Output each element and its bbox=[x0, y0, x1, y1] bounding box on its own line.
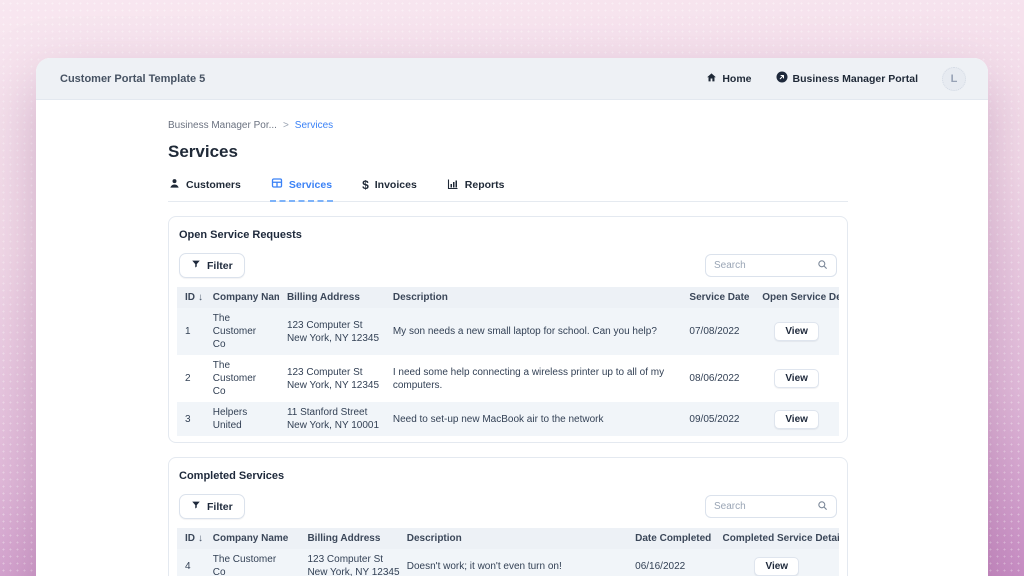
view-button[interactable]: View bbox=[754, 557, 799, 576]
row-date: 08/06/2022 bbox=[681, 355, 754, 402]
completed-services-title: Completed Services bbox=[179, 470, 839, 482]
table-header-row: ID↓ Company Name Billing Address Descrip… bbox=[177, 287, 839, 308]
filter-button[interactable]: Filter bbox=[179, 494, 245, 519]
column-header-company: Company Name bbox=[205, 528, 300, 549]
tab-reports-label: Reports bbox=[465, 179, 505, 191]
row-id: 4 bbox=[177, 549, 205, 576]
tab-invoices[interactable]: $ Invoices bbox=[361, 177, 418, 201]
row-description: Doesn't work; it won't even turn on! bbox=[399, 549, 627, 576]
row-billing-address: 123 Computer St New York, NY 12345 bbox=[299, 549, 398, 576]
business-manager-portal-link[interactable]: Business Manager Portal bbox=[776, 71, 918, 86]
open-requests-toolbar: Filter bbox=[179, 253, 837, 278]
tab-services-label: Services bbox=[289, 179, 332, 191]
column-header-date-completed: Date Completed bbox=[627, 528, 714, 549]
row-description: Need to set-up new MacBook air to the ne… bbox=[385, 402, 682, 436]
completed-services-toolbar: Filter bbox=[179, 494, 837, 519]
row-id: 1 bbox=[177, 308, 205, 355]
sort-desc-icon: ↓ bbox=[198, 533, 203, 544]
row-description: My son needs a new small laptop for scho… bbox=[385, 308, 682, 355]
page-content: Business Manager Por... > Services Servi… bbox=[36, 100, 856, 576]
column-header-details: Open Service Details bbox=[754, 287, 839, 308]
filter-icon bbox=[191, 500, 201, 513]
column-header-details: Completed Service Details bbox=[715, 528, 839, 549]
breadcrumb: Business Manager Por... > Services bbox=[168, 120, 848, 131]
row-billing-address: 123 Computer St New York, NY 12345 bbox=[279, 355, 385, 402]
breadcrumb-current[interactable]: Services bbox=[295, 120, 333, 131]
open-service-requests-card: Open Service Requests Filter bbox=[168, 216, 848, 443]
row-billing-address: 11 Stanford Street New York, NY 10001 bbox=[279, 402, 385, 436]
tab-reports[interactable]: Reports bbox=[446, 177, 506, 201]
table-row: 2 The Customer Co 123 Computer St New Yo… bbox=[177, 355, 839, 402]
dollar-icon: $ bbox=[362, 180, 369, 190]
view-button[interactable]: View bbox=[774, 369, 819, 388]
portal-icon bbox=[776, 71, 788, 86]
row-date: 07/08/2022 bbox=[681, 308, 754, 355]
search-icon bbox=[817, 498, 828, 516]
column-header-billing: Billing Address bbox=[299, 528, 398, 549]
search-box bbox=[705, 495, 837, 518]
completed-services-card: Completed Services Filter bbox=[168, 457, 848, 576]
sort-desc-icon: ↓ bbox=[198, 292, 203, 303]
table-header-row: ID↓ Company Name Billing Address Descrip… bbox=[177, 528, 839, 549]
view-button[interactable]: View bbox=[774, 410, 819, 429]
breadcrumb-parent[interactable]: Business Manager Por... bbox=[168, 120, 277, 131]
column-header-company: Company Name bbox=[205, 287, 279, 308]
view-button[interactable]: View bbox=[774, 322, 819, 341]
row-company: The Customer Co bbox=[205, 549, 300, 576]
tab-customers-label: Customers bbox=[186, 179, 241, 191]
row-id: 2 bbox=[177, 355, 205, 402]
filter-button[interactable]: Filter bbox=[179, 253, 245, 278]
row-id: 3 bbox=[177, 402, 205, 436]
bar-chart-icon bbox=[447, 178, 459, 193]
avatar[interactable]: L bbox=[942, 67, 966, 91]
row-date: 06/16/2022 bbox=[627, 549, 714, 576]
column-header-description: Description bbox=[385, 287, 682, 308]
completed-services-table: ID↓ Company Name Billing Address Descrip… bbox=[177, 528, 839, 576]
column-header-description: Description bbox=[399, 528, 627, 549]
table-row: 3 Helpers United 11 Stanford Street New … bbox=[177, 402, 839, 436]
column-header-service-date: Service Date bbox=[681, 287, 754, 308]
tab-bar: Customers Services $ Invoices Report bbox=[168, 177, 848, 202]
row-company: The Customer Co bbox=[205, 355, 279, 402]
column-header-id[interactable]: ID↓ bbox=[177, 287, 205, 308]
row-company: The Customer Co bbox=[205, 308, 279, 355]
search-input[interactable] bbox=[714, 501, 817, 512]
open-requests-table: ID↓ Company Name Billing Address Descrip… bbox=[177, 287, 839, 436]
table-row: 1 The Customer Co 123 Computer St New Yo… bbox=[177, 308, 839, 355]
person-icon bbox=[169, 178, 180, 192]
open-requests-table-body: 1 The Customer Co 123 Computer St New Yo… bbox=[177, 308, 839, 436]
table-row: 4 The Customer Co 123 Computer St New Yo… bbox=[177, 549, 839, 576]
search-icon bbox=[817, 257, 828, 275]
portal-link-label: Business Manager Portal bbox=[793, 73, 918, 85]
tab-invoices-label: Invoices bbox=[375, 179, 417, 191]
app-header: Customer Portal Template 5 Home Business… bbox=[36, 58, 988, 100]
completed-services-table-body: 4 The Customer Co 123 Computer St New Yo… bbox=[177, 549, 839, 576]
row-company: Helpers United bbox=[205, 402, 279, 436]
page-title: Services bbox=[168, 142, 848, 162]
row-billing-address: 123 Computer St New York, NY 12345 bbox=[279, 308, 385, 355]
search-input[interactable] bbox=[714, 260, 817, 271]
search-box bbox=[705, 254, 837, 277]
tab-services[interactable]: Services bbox=[270, 177, 333, 202]
breadcrumb-separator: > bbox=[283, 120, 289, 131]
row-description: I need some help connecting a wireless p… bbox=[385, 355, 682, 402]
column-header-id[interactable]: ID↓ bbox=[177, 528, 205, 549]
column-header-billing: Billing Address bbox=[279, 287, 385, 308]
tab-customers[interactable]: Customers bbox=[168, 177, 242, 201]
row-date: 09/05/2022 bbox=[681, 402, 754, 436]
home-link[interactable]: Home bbox=[706, 72, 751, 86]
filter-button-label: Filter bbox=[207, 501, 233, 513]
open-requests-title: Open Service Requests bbox=[179, 229, 839, 241]
home-icon bbox=[706, 72, 717, 86]
header-nav: Home Business Manager Portal L bbox=[706, 67, 966, 91]
filter-icon bbox=[191, 259, 201, 272]
app-window: Customer Portal Template 5 Home Business… bbox=[36, 58, 988, 576]
app-title: Customer Portal Template 5 bbox=[60, 73, 205, 85]
table-icon bbox=[271, 177, 283, 192]
home-link-label: Home bbox=[722, 73, 751, 85]
filter-button-label: Filter bbox=[207, 260, 233, 272]
